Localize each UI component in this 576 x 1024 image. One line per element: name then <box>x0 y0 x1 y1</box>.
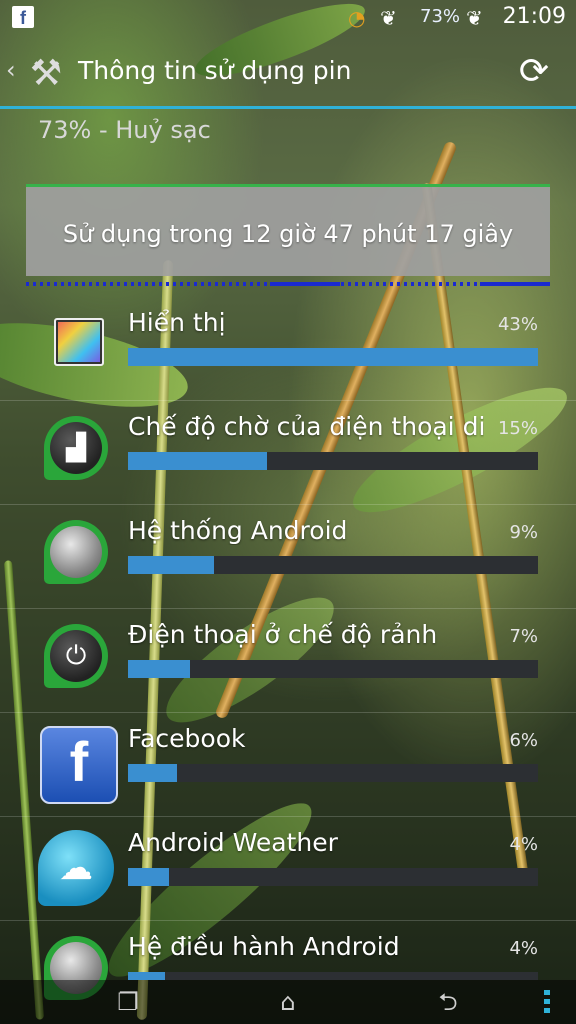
signal-icon: ◔ <box>348 6 366 30</box>
usage-row-android-system[interactable]: Hệ thống Android 9% <box>0 504 576 609</box>
facebook-icon: f <box>40 726 118 804</box>
wing-left-icon: ❦ <box>380 6 397 30</box>
header-divider <box>0 106 576 109</box>
usage-bar <box>128 972 538 980</box>
tools-icon[interactable]: ⚒ <box>24 52 68 96</box>
usage-percent: 6% <box>509 730 538 751</box>
usage-bar <box>128 868 538 886</box>
usage-bar-fill <box>128 868 169 886</box>
usage-bar <box>128 452 538 470</box>
page-title: Thông tin sử dụng pin <box>78 56 352 85</box>
signal-strength-segment <box>270 282 340 286</box>
usage-row-display[interactable]: Hiển thị 43% <box>0 296 576 401</box>
usage-percent: 43% <box>497 314 538 335</box>
signal-strength-segment <box>480 282 550 286</box>
usage-name: Điện thoại ở chế độ rảnh <box>128 620 438 649</box>
android-system-icon <box>44 520 108 584</box>
usage-bar <box>128 660 538 678</box>
usage-percent: 4% <box>509 834 538 855</box>
home-icon[interactable]: ⌂ <box>268 986 308 1018</box>
status-bar: f ◔ ❦ 73% ❦ 21:09 <box>0 0 576 36</box>
usage-bar <box>128 764 538 782</box>
chevron-left-icon[interactable]: ‹ <box>6 56 16 84</box>
weather-icon: ☁ <box>38 830 114 906</box>
usage-bar-fill <box>128 660 190 678</box>
usage-row-weather[interactable]: ☁ Android Weather 4% <box>0 816 576 921</box>
battery-history-graph[interactable]: Sử dụng trong 12 giờ 47 phút 17 giây <box>26 184 550 276</box>
clock: 21:09 <box>502 4 566 29</box>
battery-percent: 73% <box>420 6 461 27</box>
usage-bar-fill <box>128 452 268 470</box>
menu-icon[interactable] <box>544 990 550 1016</box>
usage-percent: 7% <box>509 626 538 647</box>
usage-name: Hệ thống Android <box>128 516 348 545</box>
usage-name: Facebook <box>128 724 246 753</box>
battery-level-line <box>26 184 550 187</box>
usage-bar <box>128 348 538 366</box>
recent-apps-icon[interactable]: ❐ <box>108 986 148 1018</box>
usage-name: Android Weather <box>128 828 338 857</box>
usage-bar-fill <box>128 348 538 366</box>
usage-bar-fill <box>128 764 178 782</box>
usage-duration-text: Sử dụng trong 12 giờ 47 phút 17 giây <box>62 220 514 248</box>
usage-name: Hiển thị <box>128 308 226 337</box>
wing-right-icon: ❦ <box>466 6 483 30</box>
usage-row-cell-standby[interactable]: ▟ Chế độ chờ của điện thoại di 15% <box>0 400 576 505</box>
usage-bar-fill <box>128 556 215 574</box>
navigation-bar: ❐ ⌂ ⮌ <box>0 980 576 1024</box>
facebook-notification-icon: f <box>12 6 34 28</box>
display-icon <box>54 318 104 366</box>
usage-bar <box>128 556 538 574</box>
action-bar: ‹ ⚒ Thông tin sử dụng pin ⟳ <box>0 44 576 106</box>
usage-percent: 4% <box>509 938 538 959</box>
battery-status: 73% - Huỷ sạc <box>38 116 211 144</box>
usage-row-facebook[interactable]: f Facebook 6% <box>0 712 576 817</box>
power-idle-icon: ⏻ <box>44 624 108 688</box>
usage-percent: 9% <box>509 522 538 543</box>
usage-row-idle[interactable]: ⏻ Điện thoại ở chế độ rảnh 7% <box>0 608 576 713</box>
cell-standby-icon: ▟ <box>44 416 108 480</box>
back-icon[interactable]: ⮌ <box>428 986 468 1018</box>
usage-name: Hệ điều hành Android <box>128 932 400 961</box>
refresh-icon[interactable]: ⟳ <box>514 52 554 92</box>
usage-name: Chế độ chờ của điện thoại di <box>128 412 484 441</box>
usage-percent: 15% <box>497 418 538 439</box>
usage-bar-fill <box>128 972 165 980</box>
